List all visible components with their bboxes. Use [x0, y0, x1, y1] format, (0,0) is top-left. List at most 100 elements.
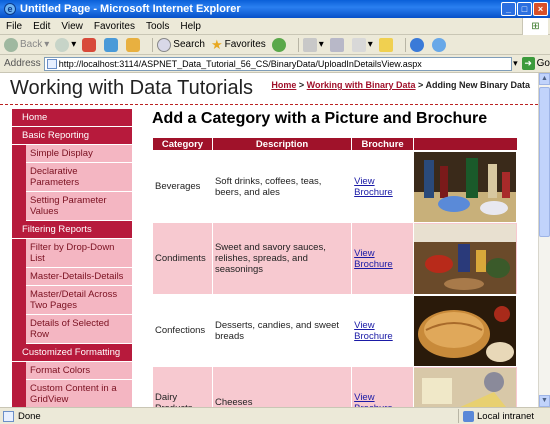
stop-icon	[82, 37, 97, 52]
star-icon: ★	[210, 36, 223, 52]
sidebar-section[interactable]: Home	[12, 109, 132, 127]
sidebar-item[interactable]: Filter by Drop-Down List	[26, 239, 132, 268]
search-icon	[157, 37, 172, 52]
scroll-down-icon[interactable]: ▼	[539, 395, 550, 407]
sidebar-item[interactable]: Master-Details-Details	[26, 268, 132, 286]
toolbar-separator	[297, 37, 299, 52]
sidebar-section[interactable]: Customized Formatting	[12, 344, 132, 362]
print-icon	[329, 37, 344, 52]
edit-icon	[351, 37, 366, 52]
home-icon	[126, 37, 141, 52]
discuss-button[interactable]	[378, 37, 395, 52]
category-cell: Dairy Products	[152, 366, 213, 407]
favorites-button[interactable]: ★ Favorites	[211, 37, 266, 53]
category-picture	[413, 295, 516, 366]
sidebar-section[interactable]: Filtering Reports	[12, 221, 132, 239]
col-picture	[412, 137, 519, 151]
go-arrow-icon: ➜	[521, 57, 535, 70]
messenger-button[interactable]	[409, 37, 426, 52]
discuss-icon	[378, 37, 393, 52]
table-row: Confections Desserts, candies, and sweet…	[152, 294, 519, 367]
minimize-button[interactable]: _	[501, 2, 516, 16]
sidebar-section[interactable]: Basic Reporting	[12, 127, 132, 145]
status-done: Done	[3, 410, 458, 422]
breadcrumb-current: Adding New Binary Data	[425, 80, 530, 90]
menu-tools[interactable]: Tools	[146, 21, 169, 32]
category-cell: Beverages	[152, 150, 213, 223]
menu-help[interactable]: Help	[180, 21, 201, 32]
site-header: Working with Data Tutorials Home > Worki…	[0, 73, 538, 105]
table-row: Condiments Sweet and savory sauces, reli…	[152, 222, 519, 295]
scroll-up-icon[interactable]: ▲	[539, 73, 550, 85]
toolbar-separator	[404, 37, 406, 52]
col-description: Description	[211, 137, 353, 151]
menu-file[interactable]: File	[6, 21, 22, 32]
history-button[interactable]	[271, 37, 288, 52]
col-category: Category	[152, 137, 213, 151]
menu-view[interactable]: View	[61, 21, 83, 32]
page-viewport: Working with Data Tutorials Home > Worki…	[0, 73, 538, 407]
scroll-thumb[interactable]	[539, 87, 550, 237]
menu-edit[interactable]: Edit	[33, 21, 50, 32]
category-picture	[413, 367, 516, 407]
stop-button[interactable]	[82, 37, 98, 52]
breadcrumb-parent[interactable]: Working with Binary Data	[307, 80, 416, 90]
address-bar: Address http://localhost:3114/ASPNET_Dat…	[0, 55, 550, 73]
view-brochure-link[interactable]: View Brochure	[354, 392, 393, 408]
back-button[interactable]: Back ▾	[4, 37, 49, 52]
page-icon	[3, 410, 14, 422]
table-row: Dairy Products Cheeses View Brochure	[152, 366, 519, 408]
page-icon	[46, 58, 57, 69]
windows-logo-icon: ⊞	[522, 18, 548, 35]
grid-header-row: Category Description Brochure	[152, 137, 519, 151]
vertical-scrollbar[interactable]: ▲ ▼	[538, 73, 550, 407]
mail-button[interactable]: ▾	[302, 37, 324, 52]
view-brochure-link[interactable]: View Brochure	[354, 320, 393, 342]
sidebar-item[interactable]: Format Colors	[26, 362, 132, 380]
address-dropdown-icon[interactable]: ▾	[513, 58, 518, 69]
view-brochure-link[interactable]: View Brochure	[354, 176, 393, 198]
category-cell: Condiments	[152, 222, 213, 295]
toolbar: Back ▾ ▾ Search ★ Favorites ▾ ▾	[0, 35, 550, 55]
category-cell: Confections	[152, 294, 213, 367]
page-heading: Add a Category with a Picture and Brochu…	[152, 110, 488, 127]
description-cell: Cheeses	[211, 366, 353, 407]
site-title: Working with Data Tutorials	[10, 77, 254, 99]
description-cell: Desserts, candies, and sweet breads	[211, 294, 353, 367]
edit-button[interactable]: ▾	[351, 37, 373, 52]
description-cell: Sweet and savory sauces, relishes, sprea…	[211, 222, 353, 295]
col-brochure: Brochure	[351, 137, 414, 151]
forward-button[interactable]: ▾	[55, 37, 76, 52]
sidebar-item[interactable]: Details of Selected Row	[26, 315, 132, 344]
breadcrumb-home[interactable]: Home	[271, 80, 296, 90]
toolbar-separator	[152, 37, 154, 52]
research-icon	[431, 37, 446, 52]
sidebar-item[interactable]: Declarative Parameters	[26, 163, 132, 192]
sidebar-item[interactable]: Simple Display	[26, 145, 132, 163]
sidebar-item[interactable]: Custom Content in a GridView	[26, 380, 132, 407]
forward-arrow-icon	[55, 37, 70, 52]
address-input[interactable]: http://localhost:3114/ASPNET_Data_Tutori…	[43, 56, 513, 71]
sidebar-nav: Home Basic Reporting Simple Display Declara…	[12, 109, 132, 407]
go-button[interactable]: ➜ Go	[521, 57, 550, 70]
title-bar: e Untitled Page - Microsoft Internet Exp…	[0, 0, 550, 18]
table-row: Beverages Soft drinks, coffees, teas, be…	[152, 150, 519, 223]
maximize-button[interactable]: □	[517, 2, 532, 16]
description-cell: Soft drinks, coffees, teas, beers, and a…	[211, 150, 353, 223]
refresh-button[interactable]	[104, 37, 120, 52]
view-brochure-link[interactable]: View Brochure	[354, 248, 393, 270]
home-button[interactable]	[126, 37, 142, 52]
search-button[interactable]: Search	[157, 37, 205, 52]
sidebar-item[interactable]: Setting Parameter Values	[26, 192, 132, 221]
intranet-icon	[463, 410, 474, 422]
category-picture	[413, 223, 516, 294]
window-title: Untitled Page - Microsoft Internet Explo…	[20, 3, 241, 15]
close-button[interactable]: ×	[533, 2, 548, 16]
print-button[interactable]	[329, 37, 346, 52]
menu-favorites[interactable]: Favorites	[94, 21, 135, 32]
research-button[interactable]	[431, 37, 448, 52]
history-icon	[271, 37, 286, 52]
categories-grid: Category Description Brochure Beverages …	[152, 137, 519, 408]
sidebar-item[interactable]: Master/Detail Across Two Pages	[26, 286, 132, 315]
status-zone: Local intranet	[458, 409, 550, 423]
